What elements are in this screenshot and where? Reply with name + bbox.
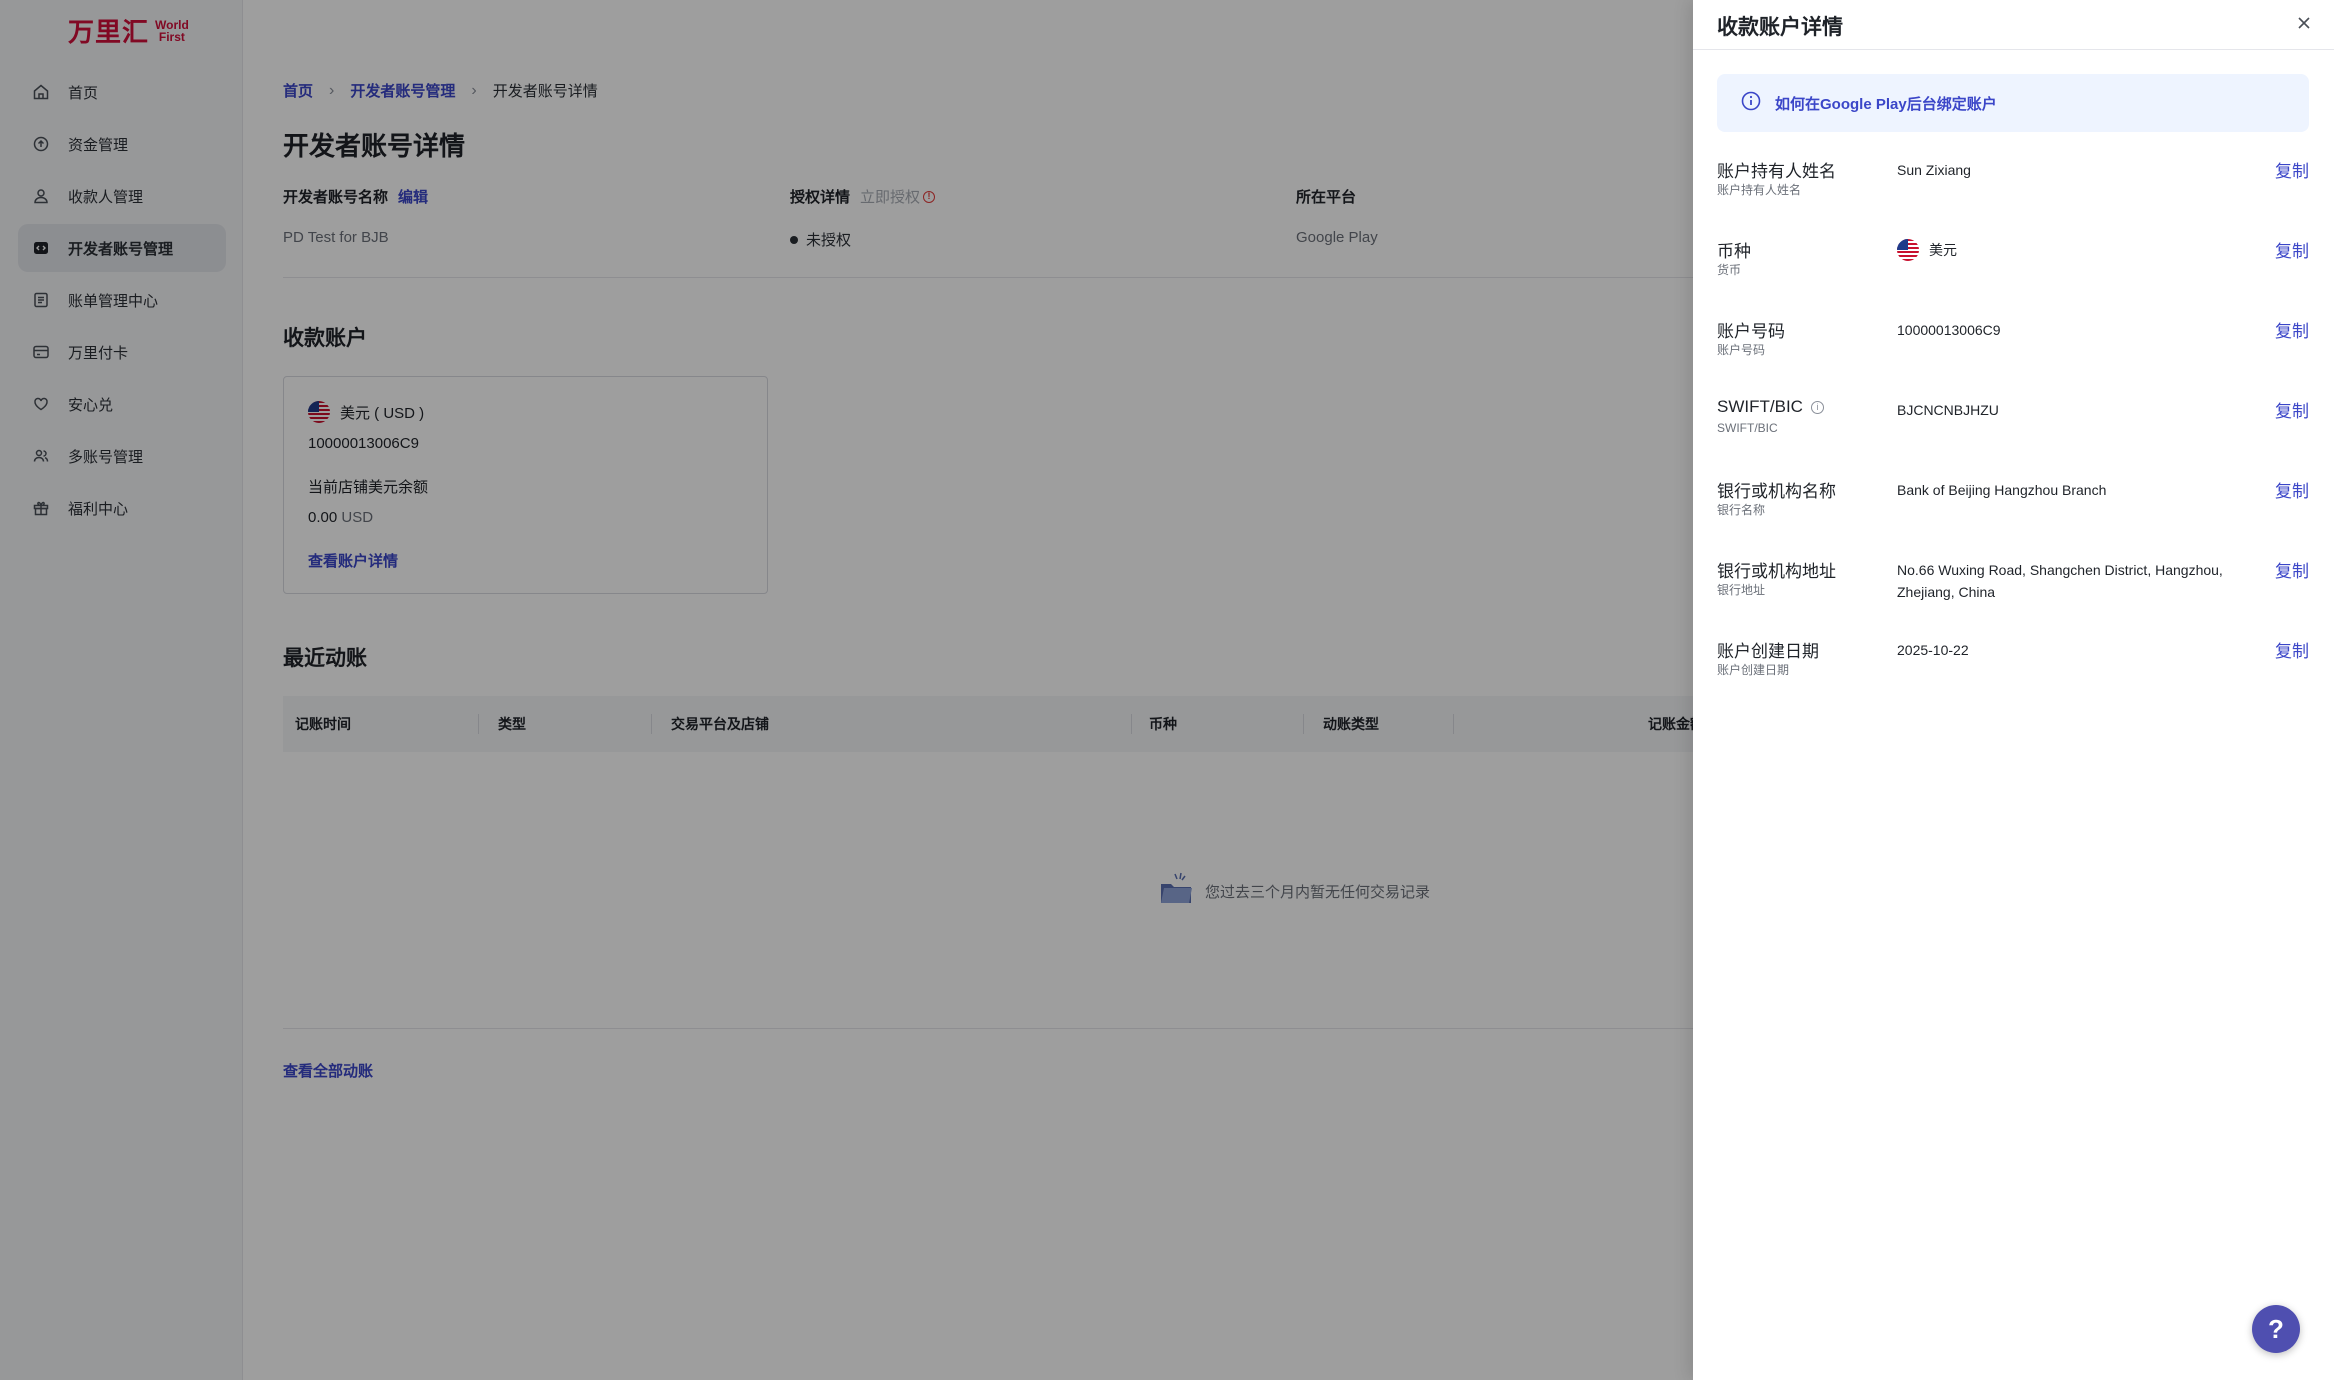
detail-sublabel: 银行地址 (1717, 583, 1766, 597)
detail-sublabel: 货币 (1717, 263, 1742, 277)
us-flag-icon (1897, 239, 1919, 261)
detail-sublabel: 账户创建日期 (1717, 663, 1790, 677)
copy-button[interactable]: 复制 (2275, 477, 2309, 502)
detail-value: 10000013006C9 (1897, 322, 2001, 338)
detail-label: 银行或机构名称 (1717, 482, 1836, 501)
detail-label: 账户持有人姓名 (1717, 162, 1836, 181)
detail-label: 银行或机构地址 (1717, 562, 1836, 581)
modal-overlay[interactable] (0, 0, 1693, 1380)
copy-button[interactable]: 复制 (2275, 557, 2309, 582)
copy-button[interactable]: 复制 (2275, 317, 2309, 342)
detail-value: 2025-10-22 (1897, 642, 1969, 658)
drawer-title: 收款账户详情 (1717, 16, 1843, 39)
detail-label: 账户号码 (1717, 322, 1785, 341)
copy-button[interactable]: 复制 (2275, 397, 2309, 422)
detail-label: 账户创建日期 (1717, 642, 1819, 661)
detail-label: 币种 (1717, 242, 1751, 261)
info-icon (1741, 91, 1761, 116)
detail-sublabel: 账户持有人姓名 (1717, 183, 1802, 197)
account-details-drawer: 收款账户详情 如何在Google Play后台绑定账户 账户持有人姓名 账户持有… (1693, 0, 2334, 1380)
detail-value: No.66 Wuxing Road, Shangchen District, H… (1897, 562, 2223, 600)
notice-text: 如何在Google Play后台绑定账户 (1775, 95, 1997, 113)
google-play-binding-notice[interactable]: 如何在Google Play后台绑定账户 (1717, 74, 2309, 132)
drawer-header: 收款账户详情 (1693, 0, 2334, 50)
detail-value: Bank of Beijing Hangzhou Branch (1897, 482, 2107, 498)
detail-value: BJCNCNBJHZU (1897, 402, 1999, 418)
detail-value: Sun Zixiang (1897, 162, 1971, 178)
copy-button[interactable]: 复制 (2275, 637, 2309, 662)
detail-sublabel: 账户号码 (1717, 343, 1766, 357)
detail-sublabel: SWIFT/BIC (1717, 421, 1778, 435)
close-icon[interactable] (2292, 11, 2316, 35)
help-button[interactable]: ? (2252, 1305, 2300, 1353)
detail-value: 美元 (1897, 239, 2237, 261)
copy-button[interactable]: 复制 (2275, 237, 2309, 262)
info-icon[interactable]: i (1810, 400, 1824, 414)
detail-label: SWIFT/BIC (1717, 397, 1803, 416)
copy-button[interactable]: 复制 (2275, 157, 2309, 182)
detail-sublabel: 银行名称 (1717, 503, 1766, 517)
